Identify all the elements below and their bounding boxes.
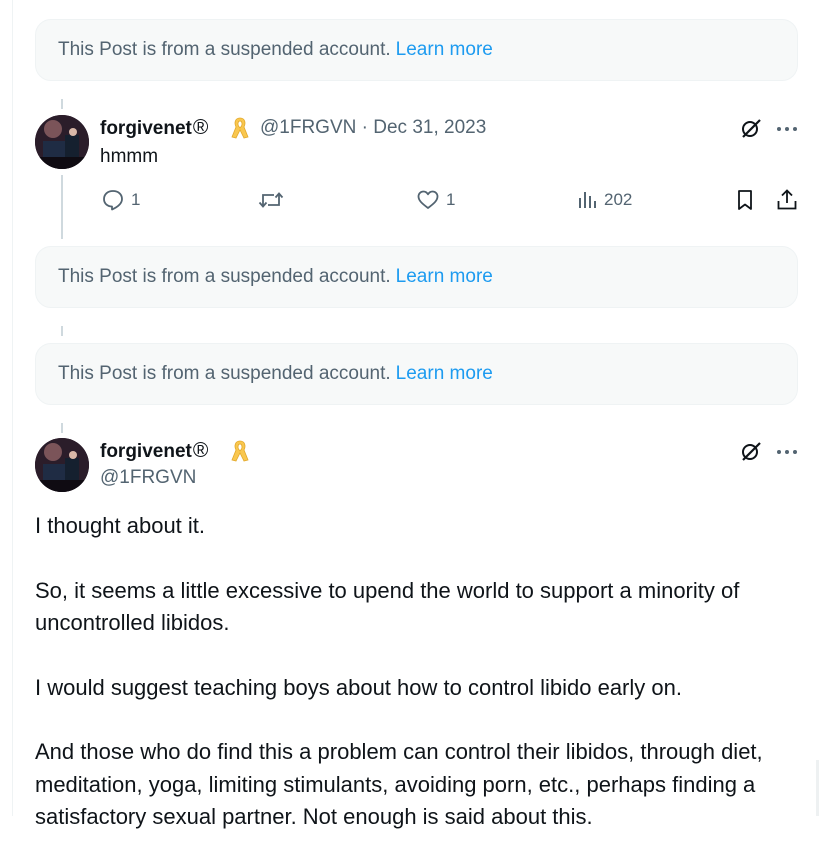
post-paragraph: I thought about it.	[35, 513, 206, 538]
handle[interactable]: @1FRGVN	[260, 117, 356, 138]
suspended-notice-text: This Post is from a suspended account.	[58, 363, 391, 384]
avatar[interactable]	[35, 115, 89, 169]
reply-icon	[103, 190, 123, 211]
suspended-notice-text: This Post is from a suspended account.	[58, 39, 391, 60]
post-paragraph: So, it seems a little excessive to upend…	[35, 577, 740, 636]
yellow-ribbon-icon	[231, 440, 249, 462]
avatar[interactable]	[35, 438, 89, 492]
reply-button[interactable]: 1	[101, 188, 140, 212]
meta-separator: ·	[361, 117, 368, 138]
display-name[interactable]: forgivenet®	[100, 439, 208, 463]
learn-more-link[interactable]: Learn more	[396, 39, 493, 61]
suspended-notice: This Post is from a suspended account. L…	[35, 19, 798, 81]
suspended-notice-text: This Post is from a suspended account.	[58, 266, 391, 287]
views-icon	[579, 192, 596, 208]
thread-line	[61, 175, 63, 239]
column-border	[12, 0, 13, 816]
thread-line	[61, 99, 63, 109]
suspended-notice: This Post is from a suspended account. L…	[35, 246, 798, 308]
more-options-icon[interactable]	[776, 119, 798, 139]
handle[interactable]: @1FRGVN	[100, 467, 196, 489]
bookmark-icon	[738, 190, 752, 210]
post-text: hmmm	[100, 146, 159, 167]
display-name-text[interactable]: forgivenet	[100, 118, 192, 139]
display-name-text[interactable]: forgivenet	[100, 441, 192, 462]
display-name[interactable]: forgivenet®	[100, 116, 208, 140]
thread-line	[61, 423, 63, 433]
like-button[interactable]: 1	[416, 188, 455, 212]
post-paragraph: And those who do find this a problem can…	[35, 739, 763, 829]
view-count: 202	[604, 190, 633, 209]
registered-mark: ®	[192, 116, 209, 139]
share-icon	[777, 189, 797, 210]
share-button[interactable]	[775, 188, 799, 212]
repost-button[interactable]	[258, 188, 284, 212]
grok-icon[interactable]	[739, 439, 763, 463]
reply-count: 1	[131, 190, 141, 209]
thread-line	[61, 326, 63, 336]
heart-icon	[417, 190, 439, 209]
views-button[interactable]: 202	[576, 188, 632, 212]
post-meta: @1FRGVN · Dec 31, 2023	[260, 117, 486, 139]
more-options-icon[interactable]	[776, 442, 798, 462]
grok-icon[interactable]	[739, 116, 763, 140]
post-paragraph: I would suggest teaching boys about how …	[35, 674, 682, 700]
like-count: 1	[446, 190, 456, 209]
learn-more-link[interactable]: Learn more	[396, 266, 493, 288]
post-body: I thought about it. So, it seems a littl…	[35, 510, 805, 866]
suspended-notice: This Post is from a suspended account. L…	[35, 343, 798, 405]
registered-mark: ®	[192, 439, 209, 462]
learn-more-link[interactable]: Learn more	[396, 363, 493, 385]
post-date[interactable]: Dec 31, 2023	[373, 117, 486, 138]
yellow-ribbon-icon	[231, 117, 249, 139]
bookmark-button[interactable]	[734, 188, 756, 212]
repost-icon	[258, 192, 284, 208]
